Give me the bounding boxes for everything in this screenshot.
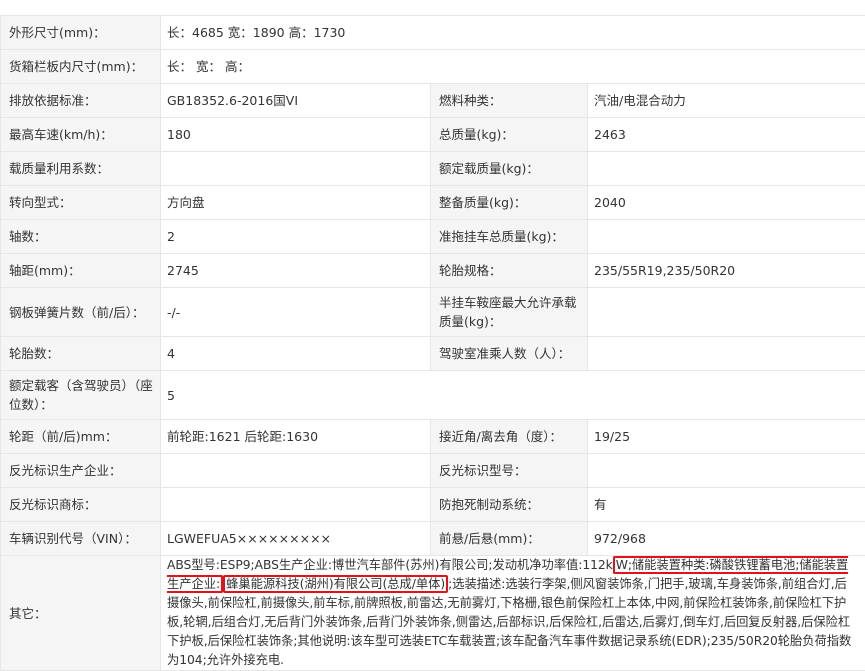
abs-label: 防抱死制动系统： bbox=[430, 487, 588, 522]
passengers-label: 额定载客（含驾驶员）（座位数）： bbox=[0, 370, 161, 420]
reflector-model-label: 反光标识型号： bbox=[430, 453, 588, 488]
spec-row-track: 轮距（前/后)mm： 前轮距:1621 后轮距:1630 接近角/离去角（度）：… bbox=[0, 419, 865, 454]
total-mass-label: 总质量(kg)： bbox=[430, 117, 588, 152]
spec-row-speed: 最高车速(km/h)： 180 总质量(kg)： 2463 bbox=[0, 117, 865, 152]
steering-label: 转向型式： bbox=[0, 185, 161, 220]
vin-value: LGWEFUA5××××××××× bbox=[160, 521, 431, 556]
wheelbase-value: 2745 bbox=[160, 253, 431, 288]
trailer-mass-value bbox=[587, 219, 865, 254]
vehicle-spec-table: 外形尺寸(mm)： 长：4685 宽：1890 高：1730 货箱栏板内尺寸(m… bbox=[0, 15, 865, 671]
load-util-label: 载质量利用系数： bbox=[0, 151, 161, 186]
vin-label: 车辆识别代号（VIN）： bbox=[0, 521, 161, 556]
axles-label: 轴数： bbox=[0, 219, 161, 254]
rated-load-value bbox=[587, 151, 865, 186]
total-mass-value: 2463 bbox=[587, 117, 865, 152]
highlight-box-battery-maker: 蜂巢能源科技(湖州)有限公司(总成/单体) bbox=[223, 575, 449, 593]
load-util-value bbox=[160, 151, 431, 186]
fuel-value: 汽油/电混合动力 bbox=[587, 83, 865, 118]
springs-value: -/- bbox=[160, 287, 431, 337]
saddle-value bbox=[587, 287, 865, 337]
spec-row-other: 其它： ABS型号:ESP9;ABS生产企业:博世汽车部件(苏州)有限公司;发动… bbox=[0, 555, 865, 671]
cab-seats-value bbox=[587, 336, 865, 371]
springs-label: 钢板弹簧片数（前/后）： bbox=[0, 287, 161, 337]
wheelbase-label: 轴距(mm)： bbox=[0, 253, 161, 288]
abs-value: 有 bbox=[587, 487, 865, 522]
other-value: ABS型号:ESP9;ABS生产企业:博世汽车部件(苏州)有限公司;发动机净功率… bbox=[160, 555, 865, 671]
curb-mass-value: 2040 bbox=[587, 185, 865, 220]
tires-value: 235/55R19,235/50R20 bbox=[587, 253, 865, 288]
trailer-mass-label: 准拖挂车总质量(kg)： bbox=[430, 219, 588, 254]
saddle-label: 半挂车鞍座最大允许承载质量(kg)： bbox=[430, 287, 588, 337]
spec-row-emission: 排放依据标准： GB18352.6-2016国VI 燃料种类： 汽油/电混合动力 bbox=[0, 83, 865, 118]
curb-mass-label: 整备质量(kg)： bbox=[430, 185, 588, 220]
axles-value: 2 bbox=[160, 219, 431, 254]
emission-value: GB18352.6-2016国VI bbox=[160, 83, 431, 118]
max-speed-label: 最高车速(km/h)： bbox=[0, 117, 161, 152]
spec-row-steering: 转向型式： 方向盘 整备质量(kg)： 2040 bbox=[0, 185, 865, 220]
spec-row-wheelbase: 轴距(mm)： 2745 轮胎规格： 235/55R19,235/50R20 bbox=[0, 253, 865, 288]
passengers-value: 5 bbox=[160, 370, 865, 420]
tire-count-label: 轮胎数： bbox=[0, 336, 161, 371]
reflector-maker-label: 反光标识生产企业： bbox=[0, 453, 161, 488]
fuel-label: 燃料种类： bbox=[430, 83, 588, 118]
other-text-a: ABS型号:ESP9;ABS生产企业:博世汽车部件(苏州)有限公司;发动机净功率… bbox=[167, 558, 613, 572]
spec-row-reflector: 反光标识生产企业： 反光标识型号： bbox=[0, 453, 865, 488]
reflector-brand-value bbox=[160, 487, 431, 522]
spec-row-axles: 轴数： 2 准拖挂车总质量(kg)： bbox=[0, 219, 865, 254]
max-speed-value: 180 bbox=[160, 117, 431, 152]
reflector-maker-value bbox=[160, 453, 431, 488]
overhang-value: 972/968 bbox=[587, 521, 865, 556]
spec-row-passengers: 额定载客（含驾驶员）（座位数）： 5 bbox=[0, 370, 865, 420]
spec-row-tires: 轮胎数： 4 驾驶室准乘人数（人）： bbox=[0, 336, 865, 371]
cargo-label: 货箱栏板内尺寸(mm)： bbox=[0, 49, 161, 84]
other-label: 其它： bbox=[0, 555, 161, 671]
rated-load-label: 额定载质量(kg)： bbox=[430, 151, 588, 186]
spec-row-vin: 车辆识别代号（VIN）： LGWEFUA5××××××××× 前悬/后悬(mm)… bbox=[0, 521, 865, 556]
steering-value: 方向盘 bbox=[160, 185, 431, 220]
spec-row-springs: 钢板弹簧片数（前/后）： -/- 半挂车鞍座最大允许承载质量(kg)： bbox=[0, 287, 865, 337]
angles-label: 接近角/离去角（度）： bbox=[430, 419, 588, 454]
spec-row-cargo: 货箱栏板内尺寸(mm)： 长： 宽： 高： bbox=[0, 49, 865, 84]
dimensions-label: 外形尺寸(mm)： bbox=[0, 15, 161, 50]
dimensions-value: 长：4685 宽：1890 高：1730 bbox=[160, 15, 865, 50]
track-value: 前轮距:1621 后轮距:1630 bbox=[160, 419, 431, 454]
cargo-value: 长： 宽： 高： bbox=[160, 49, 865, 84]
reflector-model-value bbox=[587, 453, 865, 488]
spec-row-brand: 反光标识商标： 防抱死制动系统： 有 bbox=[0, 487, 865, 522]
emission-label: 排放依据标准： bbox=[0, 83, 161, 118]
tire-count-value: 4 bbox=[160, 336, 431, 371]
reflector-brand-label: 反光标识商标： bbox=[0, 487, 161, 522]
overhang-label: 前悬/后悬(mm)： bbox=[430, 521, 588, 556]
angles-value: 19/25 bbox=[587, 419, 865, 454]
cab-seats-label: 驾驶室准乘人数（人）： bbox=[430, 336, 588, 371]
spec-row-dimensions: 外形尺寸(mm)： 长：4685 宽：1890 高：1730 bbox=[0, 15, 865, 50]
spec-row-load: 载质量利用系数： 额定载质量(kg)： bbox=[0, 151, 865, 186]
track-label: 轮距（前/后)mm： bbox=[0, 419, 161, 454]
tires-label: 轮胎规格： bbox=[430, 253, 588, 288]
